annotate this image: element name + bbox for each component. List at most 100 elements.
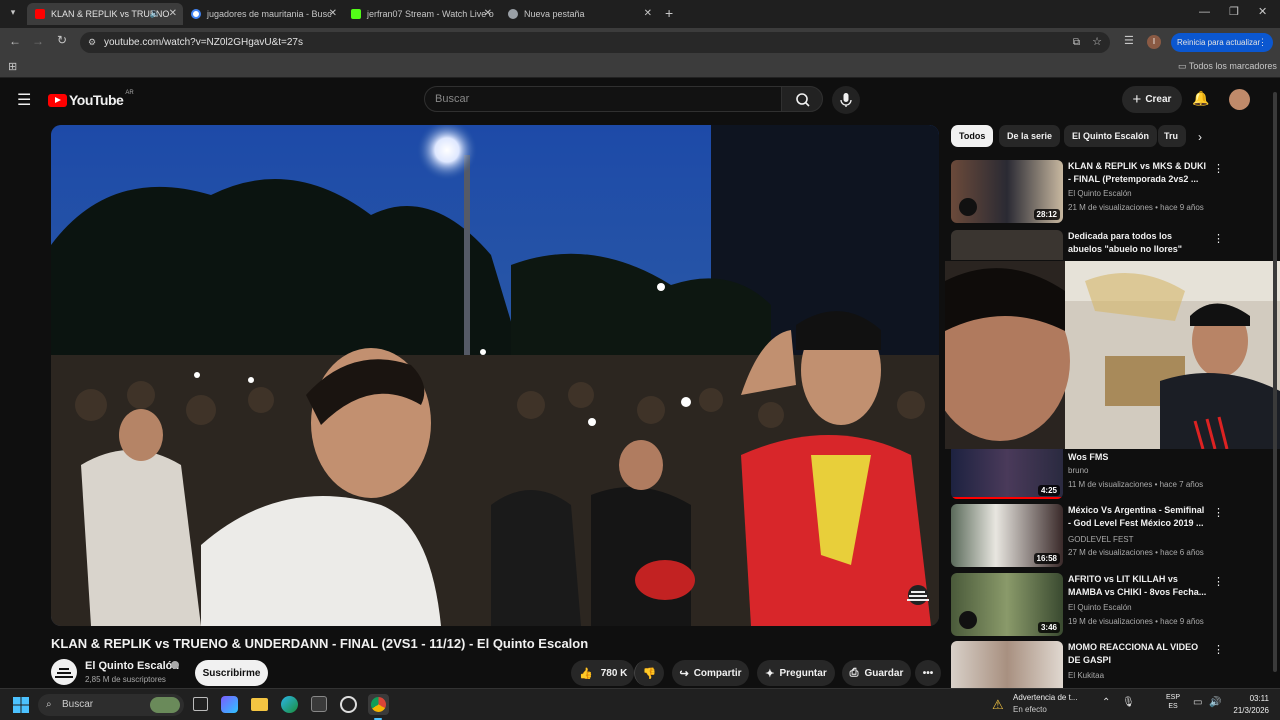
menu-dots-icon[interactable]: ⋮ [1213,643,1224,656]
menu-dots-icon[interactable]: ⋮ [1213,575,1224,588]
close-icon[interactable]: ✕ [484,8,492,19]
file-explorer-icon[interactable] [251,698,268,711]
back-icon[interactable]: ← [9,34,21,48]
chip-series[interactable]: De la serie [999,125,1061,147]
search-input[interactable]: Buscar [424,86,782,112]
chevron-right-icon[interactable]: › [1198,130,1202,144]
notifications-bell-icon[interactable]: 🔔 [1192,90,1209,107]
copilot-icon[interactable] [221,696,238,713]
ask-button[interactable]: ✦ Preguntar [757,660,835,686]
video-thumbnail[interactable]: 3:46 [951,573,1063,636]
create-button[interactable]: + Crear [1122,86,1182,113]
recommendation-item[interactable]: 3:46 AFRITO vs LIT KILLAH vs MAMBA vs CH… [951,573,1271,637]
close-icon[interactable]: ✕ [644,8,652,19]
close-window-icon[interactable]: ✕ [1258,5,1267,18]
forward-icon[interactable]: → [32,34,44,48]
taskbar-search[interactable]: ⌕ Buscar [38,694,184,716]
minimize-icon[interactable]: — [1199,6,1210,18]
app-icon[interactable] [340,696,357,713]
media-control-icon[interactable]: ☰ [1124,34,1134,47]
kick-favicon-icon [351,9,361,19]
hamburger-menu-icon[interactable]: ☰ [17,90,31,110]
scrollbar[interactable] [1273,92,1277,672]
video-duration: 28:12 [1033,209,1060,220]
clock[interactable]: 03:11 21/3/2026 [1225,694,1269,715]
close-icon[interactable]: ✕ [329,8,337,19]
youtube-favicon-icon [35,9,45,19]
recommendation-title[interactable]: MOMO REACCIONA AL VIDEO DE GASPI [1068,641,1208,667]
apps-grid-icon[interactable]: ⊞ [8,60,17,73]
more-actions-button[interactable]: ••• [915,660,941,686]
update-button[interactable]: Reinicia para actualizar ⋮ [1171,33,1273,52]
youtube-logo[interactable]: YouTube AR [48,90,134,108]
tray-chevron-icon[interactable]: ⌃ [1102,697,1110,708]
mic-tray-icon[interactable]: 🎙 [1122,697,1135,708]
chip-all[interactable]: Todos [951,125,994,147]
search-button[interactable] [781,86,823,112]
tab-youtube[interactable]: KLAN & REPLIK vs TRUENO 🔈 ✕ [27,3,183,25]
address-bar[interactable]: ⚙ youtube.com/watch?v=NZ0l2GHgavU&t=27s … [80,32,1110,53]
share-button[interactable]: ↪ Compartir [672,660,749,686]
recommendation-channel[interactable]: El Quinto Escalón [1068,189,1132,198]
recommendation-channel[interactable]: El Quinto Escalón [1068,603,1132,612]
channel-avatar[interactable] [51,659,77,685]
like-button[interactable]: 👍 780 K [571,660,634,686]
weather-notice-title[interactable]: Advertencia de t... [1013,693,1077,702]
chip-channel[interactable]: El Quinto Escalón [1064,125,1158,147]
recommendation-item[interactable]: MOMO REACCIONA AL VIDEO DE GASPI El Kuki… [951,641,1271,688]
edge-icon[interactable] [281,696,298,713]
recommendation-channel[interactable]: GODLEVEL FEST [1068,535,1134,544]
menu-dots-icon[interactable]: ⋮ [1213,232,1224,245]
recommendation-channel[interactable]: bruno [1068,466,1088,475]
recommendation-title[interactable]: Dedicada para todos los abuelos "abuelo … [1068,230,1208,256]
chrome-taskbar-button[interactable] [368,694,389,715]
store-icon[interactable] [311,696,327,712]
maximize-icon[interactable]: ❐ [1229,5,1239,18]
tab-kick[interactable]: jerfran07 Stream - Watch Live o ✕ [343,3,498,25]
windows-start-icon[interactable] [13,697,29,713]
video-thumbnail[interactable] [951,641,1063,688]
install-icon[interactable]: ⧉ [1073,32,1080,53]
save-button[interactable]: ⎙ Guardar [842,660,911,686]
recommendation-title[interactable]: AFRITO vs LIT KILLAH vs MAMBA vs CHIKI -… [1068,573,1208,599]
speaker-icon[interactable]: 🔈 [150,8,161,19]
recommendation-title[interactable]: KLAN & REPLIK vs MKS & DUKI - FINAL (Pre… [1068,160,1208,186]
account-avatar[interactable] [1229,89,1250,110]
menu-dots-icon[interactable]: ⋮ [1213,162,1224,175]
recommendation-item[interactable]: 16:58 México Vs Argentina - Semifinal - … [951,504,1271,568]
bookmark-star-icon[interactable]: ☆ [1092,32,1102,53]
task-view-icon[interactable] [193,697,208,711]
video-thumbnail[interactable]: 4:25 [951,449,1063,499]
new-tab-icon[interactable]: + [665,5,673,21]
language-indicator[interactable]: ESP ES [1166,694,1180,710]
video-thumbnail[interactable] [951,230,1063,260]
video-thumbnail[interactable]: 28:12 [951,160,1063,223]
channel-name[interactable]: El Quinto Escalón [85,660,179,672]
menu-dots-icon[interactable]: ⋮ [1213,506,1224,519]
video-thumbnail[interactable]: 16:58 [951,504,1063,567]
warning-icon[interactable]: ⚠ [992,697,1004,713]
recommendation-title[interactable]: México Vs Argentina - Semifinal - God Le… [1068,504,1208,530]
network-icon[interactable]: ▭ [1193,697,1202,708]
video-duration: 4:25 [1037,485,1060,496]
tab-new[interactable]: Nueva pestaña ✕ [500,3,658,25]
volume-icon[interactable]: 🔊 [1209,697,1221,708]
tab-google-search[interactable]: jugadores de mauritania - Busc ✕ [183,3,343,25]
profile-avatar[interactable]: I [1147,35,1161,49]
video-player[interactable] [51,125,939,626]
chip-trueno[interactable]: Tru [1158,125,1186,147]
recommendation-title[interactable]: Wos FMS [1068,451,1208,464]
recommendation-item[interactable]: 4:25 Wos FMS bruno 11 M de visualizacion… [951,449,1271,501]
recommendation-channel[interactable]: El Kukitaa [1068,671,1104,680]
close-icon[interactable]: ✕ [169,8,177,19]
voice-search-button[interactable] [832,86,860,114]
recommendation-item[interactable]: 28:12 KLAN & REPLIK vs MKS & DUKI - FINA… [951,160,1271,224]
reload-icon[interactable]: ↻ [57,33,67,47]
recommendation-item[interactable]: Dedicada para todos los abuelos "abuelo … [951,230,1271,260]
menu-dots-icon[interactable]: ⋮ [1258,33,1267,52]
all-bookmarks[interactable]: ▭ Todos los marcadores [1178,61,1277,72]
subscribe-button[interactable]: Suscribirme [195,660,268,686]
site-info-icon[interactable]: ⚙ [88,32,96,53]
dislike-button[interactable]: 👎 [634,660,664,686]
tab-search-icon[interactable]: ▾ [6,7,20,21]
